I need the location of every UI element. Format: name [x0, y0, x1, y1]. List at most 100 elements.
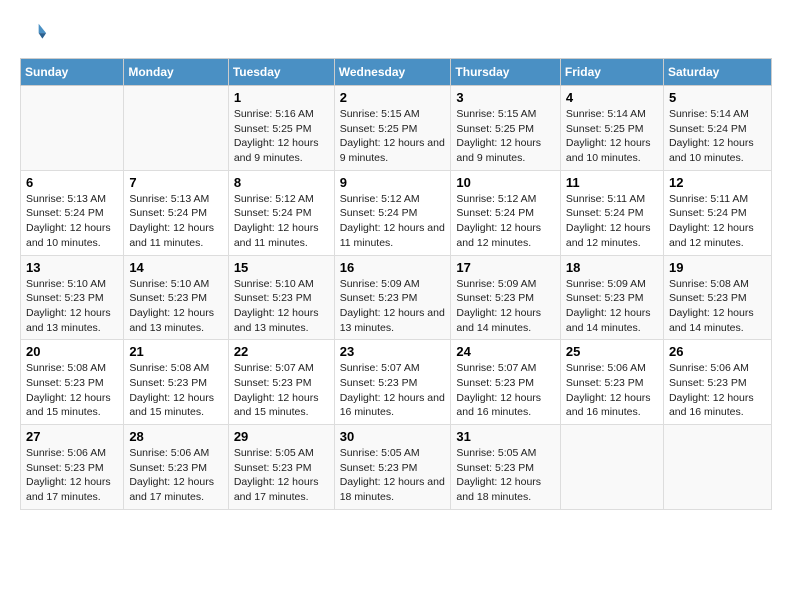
day-info: Sunrise: 5:07 AM Sunset: 5:23 PM Dayligh…: [456, 361, 555, 420]
day-info: Sunrise: 5:12 AM Sunset: 5:24 PM Dayligh…: [340, 192, 446, 251]
day-info: Sunrise: 5:10 AM Sunset: 5:23 PM Dayligh…: [26, 277, 118, 336]
day-cell: 8 Sunrise: 5:12 AM Sunset: 5:24 PM Daylig…: [228, 170, 334, 255]
day-info: Sunrise: 5:10 AM Sunset: 5:23 PM Dayligh…: [129, 277, 222, 336]
day-cell: 2 Sunrise: 5:15 AM Sunset: 5:25 PM Daylig…: [334, 86, 451, 171]
page-header: [20, 20, 772, 48]
day-cell: [560, 425, 663, 510]
day-info: Sunrise: 5:09 AM Sunset: 5:23 PM Dayligh…: [566, 277, 658, 336]
day-info: Sunrise: 5:05 AM Sunset: 5:23 PM Dayligh…: [234, 446, 329, 505]
day-info: Sunrise: 5:12 AM Sunset: 5:24 PM Dayligh…: [234, 192, 329, 251]
day-cell: 10 Sunrise: 5:12 AM Sunset: 5:24 PM Dayli…: [451, 170, 561, 255]
day-cell: 17Sunrise: 5:09 AM Sunset: 5:23 PM Dayli…: [451, 255, 561, 340]
logo: [20, 20, 52, 48]
day-info: Sunrise: 5:06 AM Sunset: 5:23 PM Dayligh…: [669, 361, 766, 420]
day-cell: 29 Sunrise: 5:05 AM Sunset: 5:23 PM Dayli…: [228, 425, 334, 510]
day-number: 22: [234, 344, 329, 359]
day-number: 30: [340, 429, 446, 444]
day-number: 1: [234, 90, 329, 105]
day-number: 7: [129, 175, 222, 190]
day-info: Sunrise: 5:11 AM Sunset: 5:24 PM Dayligh…: [566, 192, 658, 251]
day-cell: 21 Sunrise: 5:08 AM Sunset: 5:23 PM Dayli…: [124, 340, 228, 425]
week-row-5: 27 Sunrise: 5:06 AM Sunset: 5:23 PM Dayli…: [21, 425, 772, 510]
day-number: 16: [340, 260, 446, 275]
day-number: 19: [669, 260, 766, 275]
day-info: Sunrise: 5:05 AM Sunset: 5:23 PM Dayligh…: [340, 446, 446, 505]
day-cell: 14 Sunrise: 5:10 AM Sunset: 5:23 PM Dayli…: [124, 255, 228, 340]
day-info: Sunrise: 5:14 AM Sunset: 5:24 PM Dayligh…: [669, 107, 766, 166]
day-number: 2: [340, 90, 446, 105]
day-number: 12: [669, 175, 766, 190]
day-cell: 30 Sunrise: 5:05 AM Sunset: 5:23 PM Dayli…: [334, 425, 451, 510]
header-cell-thursday: Thursday: [451, 59, 561, 86]
day-number: 27: [26, 429, 118, 444]
day-cell: 12 Sunrise: 5:11 AM Sunset: 5:24 PM Dayli…: [663, 170, 771, 255]
day-cell: 28Sunrise: 5:06 AM Sunset: 5:23 PM Dayli…: [124, 425, 228, 510]
day-info: Sunrise: 5:10 AM Sunset: 5:23 PM Dayligh…: [234, 277, 329, 336]
week-row-2: 6 Sunrise: 5:13 AM Sunset: 5:24 PM Daylig…: [21, 170, 772, 255]
day-cell: 6 Sunrise: 5:13 AM Sunset: 5:24 PM Daylig…: [21, 170, 124, 255]
day-number: 6: [26, 175, 118, 190]
day-info: Sunrise: 5:11 AM Sunset: 5:24 PM Dayligh…: [669, 192, 766, 251]
day-info: Sunrise: 5:15 AM Sunset: 5:25 PM Dayligh…: [340, 107, 446, 166]
day-info: Sunrise: 5:07 AM Sunset: 5:23 PM Dayligh…: [340, 361, 446, 420]
day-number: 20: [26, 344, 118, 359]
day-number: 26: [669, 344, 766, 359]
day-number: 17: [456, 260, 555, 275]
day-cell: 7 Sunrise: 5:13 AM Sunset: 5:24 PM Daylig…: [124, 170, 228, 255]
day-cell: [21, 86, 124, 171]
day-number: 21: [129, 344, 222, 359]
day-number: 24: [456, 344, 555, 359]
day-info: Sunrise: 5:09 AM Sunset: 5:23 PM Dayligh…: [340, 277, 446, 336]
day-info: Sunrise: 5:06 AM Sunset: 5:23 PM Dayligh…: [26, 446, 118, 505]
header-cell-friday: Friday: [560, 59, 663, 86]
header-cell-saturday: Saturday: [663, 59, 771, 86]
day-info: Sunrise: 5:12 AM Sunset: 5:24 PM Dayligh…: [456, 192, 555, 251]
day-cell: 23 Sunrise: 5:07 AM Sunset: 5:23 PM Dayli…: [334, 340, 451, 425]
day-number: 11: [566, 175, 658, 190]
week-row-1: 1 Sunrise: 5:16 AM Sunset: 5:25 PM Daylig…: [21, 86, 772, 171]
day-cell: [124, 86, 228, 171]
day-info: Sunrise: 5:06 AM Sunset: 5:23 PM Dayligh…: [129, 446, 222, 505]
day-info: Sunrise: 5:07 AM Sunset: 5:23 PM Dayligh…: [234, 361, 329, 420]
header-row: SundayMondayTuesdayWednesdayThursdayFrid…: [21, 59, 772, 86]
day-cell: 18 Sunrise: 5:09 AM Sunset: 5:23 PM Dayli…: [560, 255, 663, 340]
day-info: Sunrise: 5:14 AM Sunset: 5:25 PM Dayligh…: [566, 107, 658, 166]
day-number: 18: [566, 260, 658, 275]
day-info: Sunrise: 5:05 AM Sunset: 5:23 PM Dayligh…: [456, 446, 555, 505]
day-number: 23: [340, 344, 446, 359]
day-info: Sunrise: 5:13 AM Sunset: 5:24 PM Dayligh…: [129, 192, 222, 251]
day-cell: 31 Sunrise: 5:05 AM Sunset: 5:23 PM Dayli…: [451, 425, 561, 510]
day-info: Sunrise: 5:16 AM Sunset: 5:25 PM Dayligh…: [234, 107, 329, 166]
calendar-table: SundayMondayTuesdayWednesdayThursdayFrid…: [20, 58, 772, 510]
day-number: 13: [26, 260, 118, 275]
day-cell: 25Sunrise: 5:06 AM Sunset: 5:23 PM Dayli…: [560, 340, 663, 425]
day-cell: 22 Sunrise: 5:07 AM Sunset: 5:23 PM Dayli…: [228, 340, 334, 425]
logo-icon: [20, 20, 48, 48]
day-number: 14: [129, 260, 222, 275]
day-number: 5: [669, 90, 766, 105]
day-cell: [663, 425, 771, 510]
day-cell: 26 Sunrise: 5:06 AM Sunset: 5:23 PM Dayli…: [663, 340, 771, 425]
day-number: 29: [234, 429, 329, 444]
day-info: Sunrise: 5:08 AM Sunset: 5:23 PM Dayligh…: [26, 361, 118, 420]
day-number: 9: [340, 175, 446, 190]
week-row-4: 20 Sunrise: 5:08 AM Sunset: 5:23 PM Dayli…: [21, 340, 772, 425]
day-cell: 13 Sunrise: 5:10 AM Sunset: 5:23 PM Dayli…: [21, 255, 124, 340]
day-cell: 19 Sunrise: 5:08 AM Sunset: 5:23 PM Dayli…: [663, 255, 771, 340]
day-number: 10: [456, 175, 555, 190]
day-cell: 24 Sunrise: 5:07 AM Sunset: 5:23 PM Dayli…: [451, 340, 561, 425]
day-info: Sunrise: 5:06 AM Sunset: 5:23 PM Dayligh…: [566, 361, 658, 420]
day-number: 31: [456, 429, 555, 444]
week-row-3: 13 Sunrise: 5:10 AM Sunset: 5:23 PM Dayli…: [21, 255, 772, 340]
day-cell: 1 Sunrise: 5:16 AM Sunset: 5:25 PM Daylig…: [228, 86, 334, 171]
day-number: 4: [566, 90, 658, 105]
day-info: Sunrise: 5:13 AM Sunset: 5:24 PM Dayligh…: [26, 192, 118, 251]
day-cell: 4 Sunrise: 5:14 AM Sunset: 5:25 PM Daylig…: [560, 86, 663, 171]
day-number: 3: [456, 90, 555, 105]
day-info: Sunrise: 5:08 AM Sunset: 5:23 PM Dayligh…: [669, 277, 766, 336]
header-cell-wednesday: Wednesday: [334, 59, 451, 86]
day-info: Sunrise: 5:08 AM Sunset: 5:23 PM Dayligh…: [129, 361, 222, 420]
day-cell: 11 Sunrise: 5:11 AM Sunset: 5:24 PM Dayli…: [560, 170, 663, 255]
day-number: 8: [234, 175, 329, 190]
day-cell: 20 Sunrise: 5:08 AM Sunset: 5:23 PM Dayli…: [21, 340, 124, 425]
